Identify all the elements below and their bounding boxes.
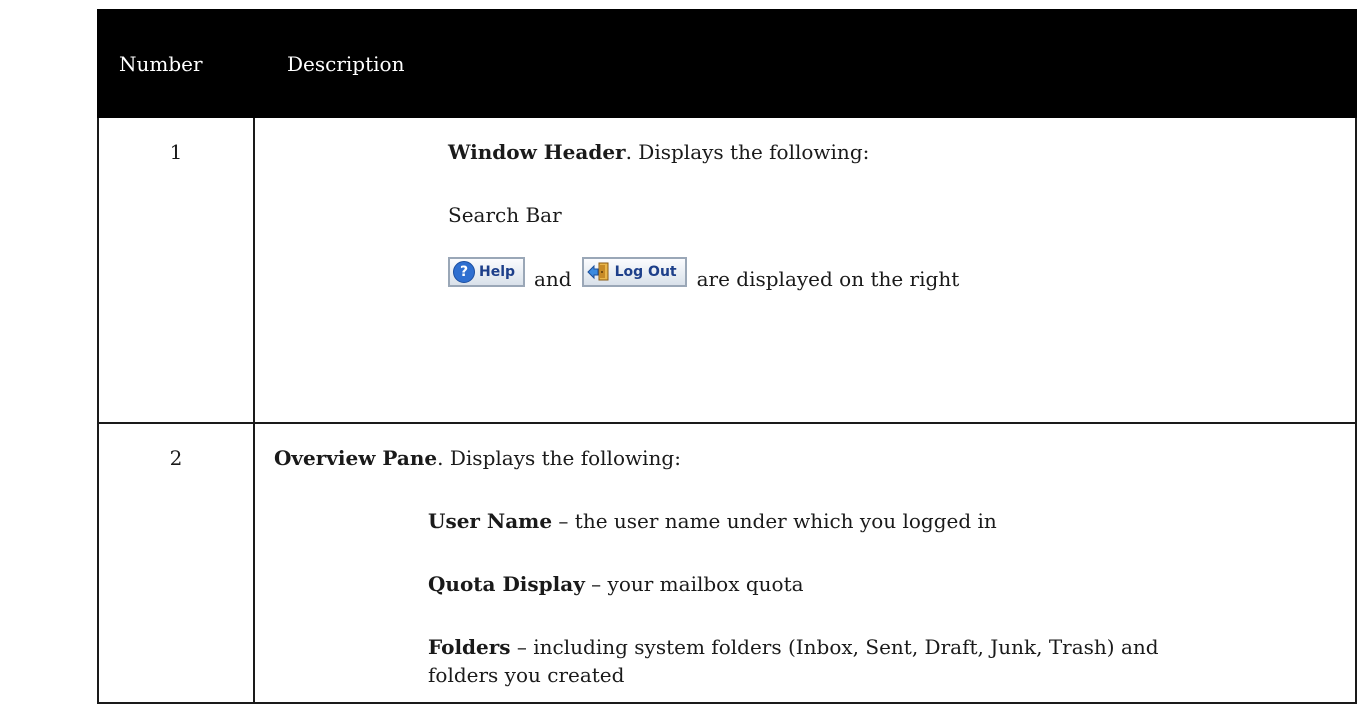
item-desc: – including system folders (Inbox, Sent,… — [428, 635, 1159, 687]
table-header-row: Number Description — [97, 9, 1357, 118]
item-search-bar: Search Bar — [448, 203, 562, 227]
table-row: 2 Overview Pane. Displays the following:… — [97, 422, 1357, 704]
item-title-suffix: . Displays the following: — [625, 140, 870, 164]
help-button-label: Help — [479, 264, 516, 280]
item-title: Overview Pane — [274, 446, 438, 470]
row-description: Window Header. Displays the following: S… — [253, 116, 1357, 424]
logout-button[interactable]: Log Out — [581, 257, 687, 287]
item-overview-pane: Overview Pane. Displays the following: — [255, 444, 1343, 472]
column-header-number: Number — [97, 9, 255, 118]
logout-door-icon — [586, 262, 611, 282]
column-header-description: Description — [253, 9, 1357, 118]
item-window-header: Window Header. Displays the following: — [255, 138, 1343, 166]
item-desc: – your mailbox quota — [584, 572, 804, 596]
help-question-icon: ? — [453, 261, 475, 283]
item-term: User Name — [428, 509, 553, 533]
row-description: Overview Pane. Displays the following: U… — [253, 422, 1357, 704]
item-user-name: User Name – the user name under which yo… — [255, 507, 1343, 535]
item-title-suffix: . Displays the following: — [437, 446, 681, 470]
table-row: 1 Window Header. Displays the following:… — [97, 116, 1357, 424]
buttons-suffix: are displayed on the right — [696, 267, 960, 291]
item-folders: Folders – including system folders (Inbo… — [255, 633, 1343, 689]
help-button[interactable]: ? Help — [448, 257, 525, 287]
row-number: 1 — [97, 116, 255, 424]
item-header-buttons: ? Help and Log Out are displayed on the … — [255, 257, 1343, 293]
item-term: Quota Display — [428, 572, 585, 596]
logout-button-label: Log Out — [614, 264, 677, 280]
and-text: and — [534, 267, 572, 291]
item-desc: – the user name under which you logged i… — [552, 509, 997, 533]
description-table: Number Description 1 Window Header. Disp… — [97, 9, 1357, 704]
row-number: 2 — [97, 422, 255, 704]
item-title: Window Header — [448, 140, 626, 164]
item-quota-display: Quota Display – your mailbox quota — [255, 570, 1343, 598]
